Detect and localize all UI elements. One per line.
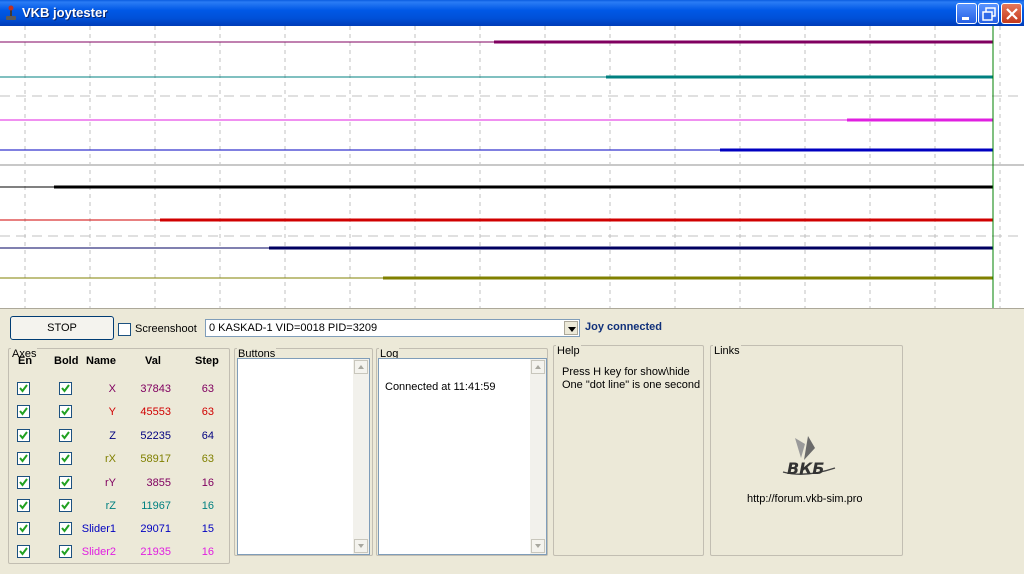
axes-header-val: Val [145, 355, 161, 367]
axis-name: X [108, 383, 116, 395]
help-text-line-2: One "dot line" is one second [562, 379, 701, 391]
links-group: Links ВКБ http://forum.vkb-sim.pro [710, 345, 903, 556]
axis-name: rZ [105, 500, 116, 512]
axis-name: rX [105, 453, 116, 465]
axes-row: rZ 11967 16 [0, 499, 230, 519]
axes-row: X 37843 63 [0, 382, 230, 402]
axis-name: Y [108, 406, 116, 418]
vkb-logo: ВКБ [782, 436, 836, 478]
axis-enable-checkbox[interactable] [17, 522, 30, 535]
axis-enable-checkbox[interactable] [17, 382, 30, 395]
maximize-icon [982, 7, 996, 21]
axis-step: 63 [201, 383, 214, 395]
device-select[interactable]: 0 KASKAD-1 VID=0018 PID=3209 [205, 319, 580, 337]
axes-header-name: Name [86, 355, 116, 367]
close-icon [1006, 8, 1018, 20]
axis-value: 58917 [140, 453, 171, 465]
chevron-down-icon [535, 544, 541, 548]
axis-bold-checkbox[interactable] [59, 522, 72, 535]
connection-status: Joy connected [585, 321, 663, 333]
minimize-button[interactable] [956, 3, 977, 24]
axes-row: Slider2 21935 16 [0, 545, 230, 565]
axis-value: 52235 [140, 430, 171, 442]
axes-header-step: Step [195, 355, 219, 367]
close-button[interactable] [1001, 3, 1022, 24]
maximize-button[interactable] [978, 3, 999, 24]
chevron-up-icon [358, 365, 364, 369]
axis-step: 63 [201, 406, 214, 418]
title-bar[interactable]: VKB joytester [0, 0, 1024, 26]
axis-value: 3855 [146, 477, 171, 489]
joystick-icon [6, 5, 16, 20]
graph-grid [0, 26, 1024, 308]
axis-bold-checkbox[interactable] [59, 545, 72, 558]
stop-button[interactable]: STOP [10, 316, 114, 340]
axis-bold-checkbox[interactable] [59, 452, 72, 465]
axis-value: 11967 [141, 500, 171, 512]
window-title: VKB joytester [22, 5, 108, 20]
buttons-list[interactable] [237, 358, 370, 555]
axis-step: 16 [201, 546, 214, 558]
axis-bold-checkbox[interactable] [59, 405, 72, 418]
control-panel: STOP Screenshoot 0 KASKAD-1 VID=0018 PID… [0, 308, 1024, 574]
axis-enable-checkbox[interactable] [17, 429, 30, 442]
axis-name: rY [105, 477, 116, 489]
help-group: Help Press H key for show\hide One "dot … [553, 345, 704, 556]
axis-value: 45553 [140, 406, 171, 418]
axes-row: Y 45553 63 [0, 405, 230, 425]
device-select-value: 0 KASKAD-1 VID=0018 PID=3209 [209, 322, 378, 334]
minimize-icon [962, 17, 969, 20]
axis-value: 21935 [140, 546, 171, 558]
axes-header-en: En [18, 355, 33, 367]
axes-row: rY 3855 16 [0, 476, 230, 496]
scroll-down-button[interactable] [531, 539, 545, 553]
scroll-up-button[interactable] [531, 360, 545, 374]
axis-name: Slider2 [81, 546, 116, 558]
axis-graph [0, 26, 1024, 308]
axis-step: 16 [201, 500, 214, 512]
axis-name: Z [109, 430, 116, 442]
graph-traces [0, 40, 993, 280]
axis-step: 16 [201, 477, 214, 489]
buttons-list-scrollbar[interactable] [353, 359, 369, 554]
vkb-logo-text: ВКБ [787, 459, 824, 478]
scroll-up-button[interactable] [354, 360, 368, 374]
axes-row: Z 52235 64 [0, 429, 230, 449]
chevron-down-icon [568, 327, 576, 332]
log-scrollbar[interactable] [530, 359, 546, 554]
axis-bold-checkbox[interactable] [59, 499, 72, 512]
chevron-down-icon [358, 544, 364, 548]
axis-step: 15 [201, 523, 214, 535]
axis-bold-checkbox[interactable] [59, 429, 72, 442]
axes-row: rX 58917 63 [0, 452, 230, 472]
forum-link[interactable]: http://forum.vkb-sim.pro [747, 493, 863, 505]
log-textbox[interactable]: Connected at 11:41:59 [378, 358, 547, 555]
log-entry: Connected at 11:41:59 [385, 381, 496, 393]
chevron-up-icon [535, 365, 541, 369]
axis-enable-checkbox[interactable] [17, 545, 30, 558]
screenshot-checkbox[interactable] [118, 323, 131, 336]
axis-bold-checkbox[interactable] [59, 382, 72, 395]
axis-name: Slider1 [81, 523, 116, 535]
axis-enable-checkbox[interactable] [17, 452, 30, 465]
axes-header-bold: Bold [54, 355, 79, 367]
scroll-down-button[interactable] [354, 539, 368, 553]
links-group-title: Links [713, 345, 741, 357]
axis-step: 64 [201, 430, 214, 442]
app-window: VKB joytester STOP Screenshoot 0 KASKAD-… [0, 0, 1024, 574]
axes-row: Slider1 29071 15 [0, 522, 230, 542]
help-text-line-1: Press H key for show\hide [562, 366, 690, 378]
axis-enable-checkbox[interactable] [17, 405, 30, 418]
axis-bold-checkbox[interactable] [59, 476, 72, 489]
dropdown-arrow-button[interactable] [564, 321, 578, 335]
axis-enable-checkbox[interactable] [17, 499, 30, 512]
axis-value: 29071 [140, 523, 171, 535]
help-group-title: Help [556, 345, 581, 357]
axis-enable-checkbox[interactable] [17, 476, 30, 489]
screenshot-label: Screenshoot [135, 323, 197, 335]
axis-value: 37843 [140, 383, 171, 395]
axis-step: 63 [201, 453, 214, 465]
